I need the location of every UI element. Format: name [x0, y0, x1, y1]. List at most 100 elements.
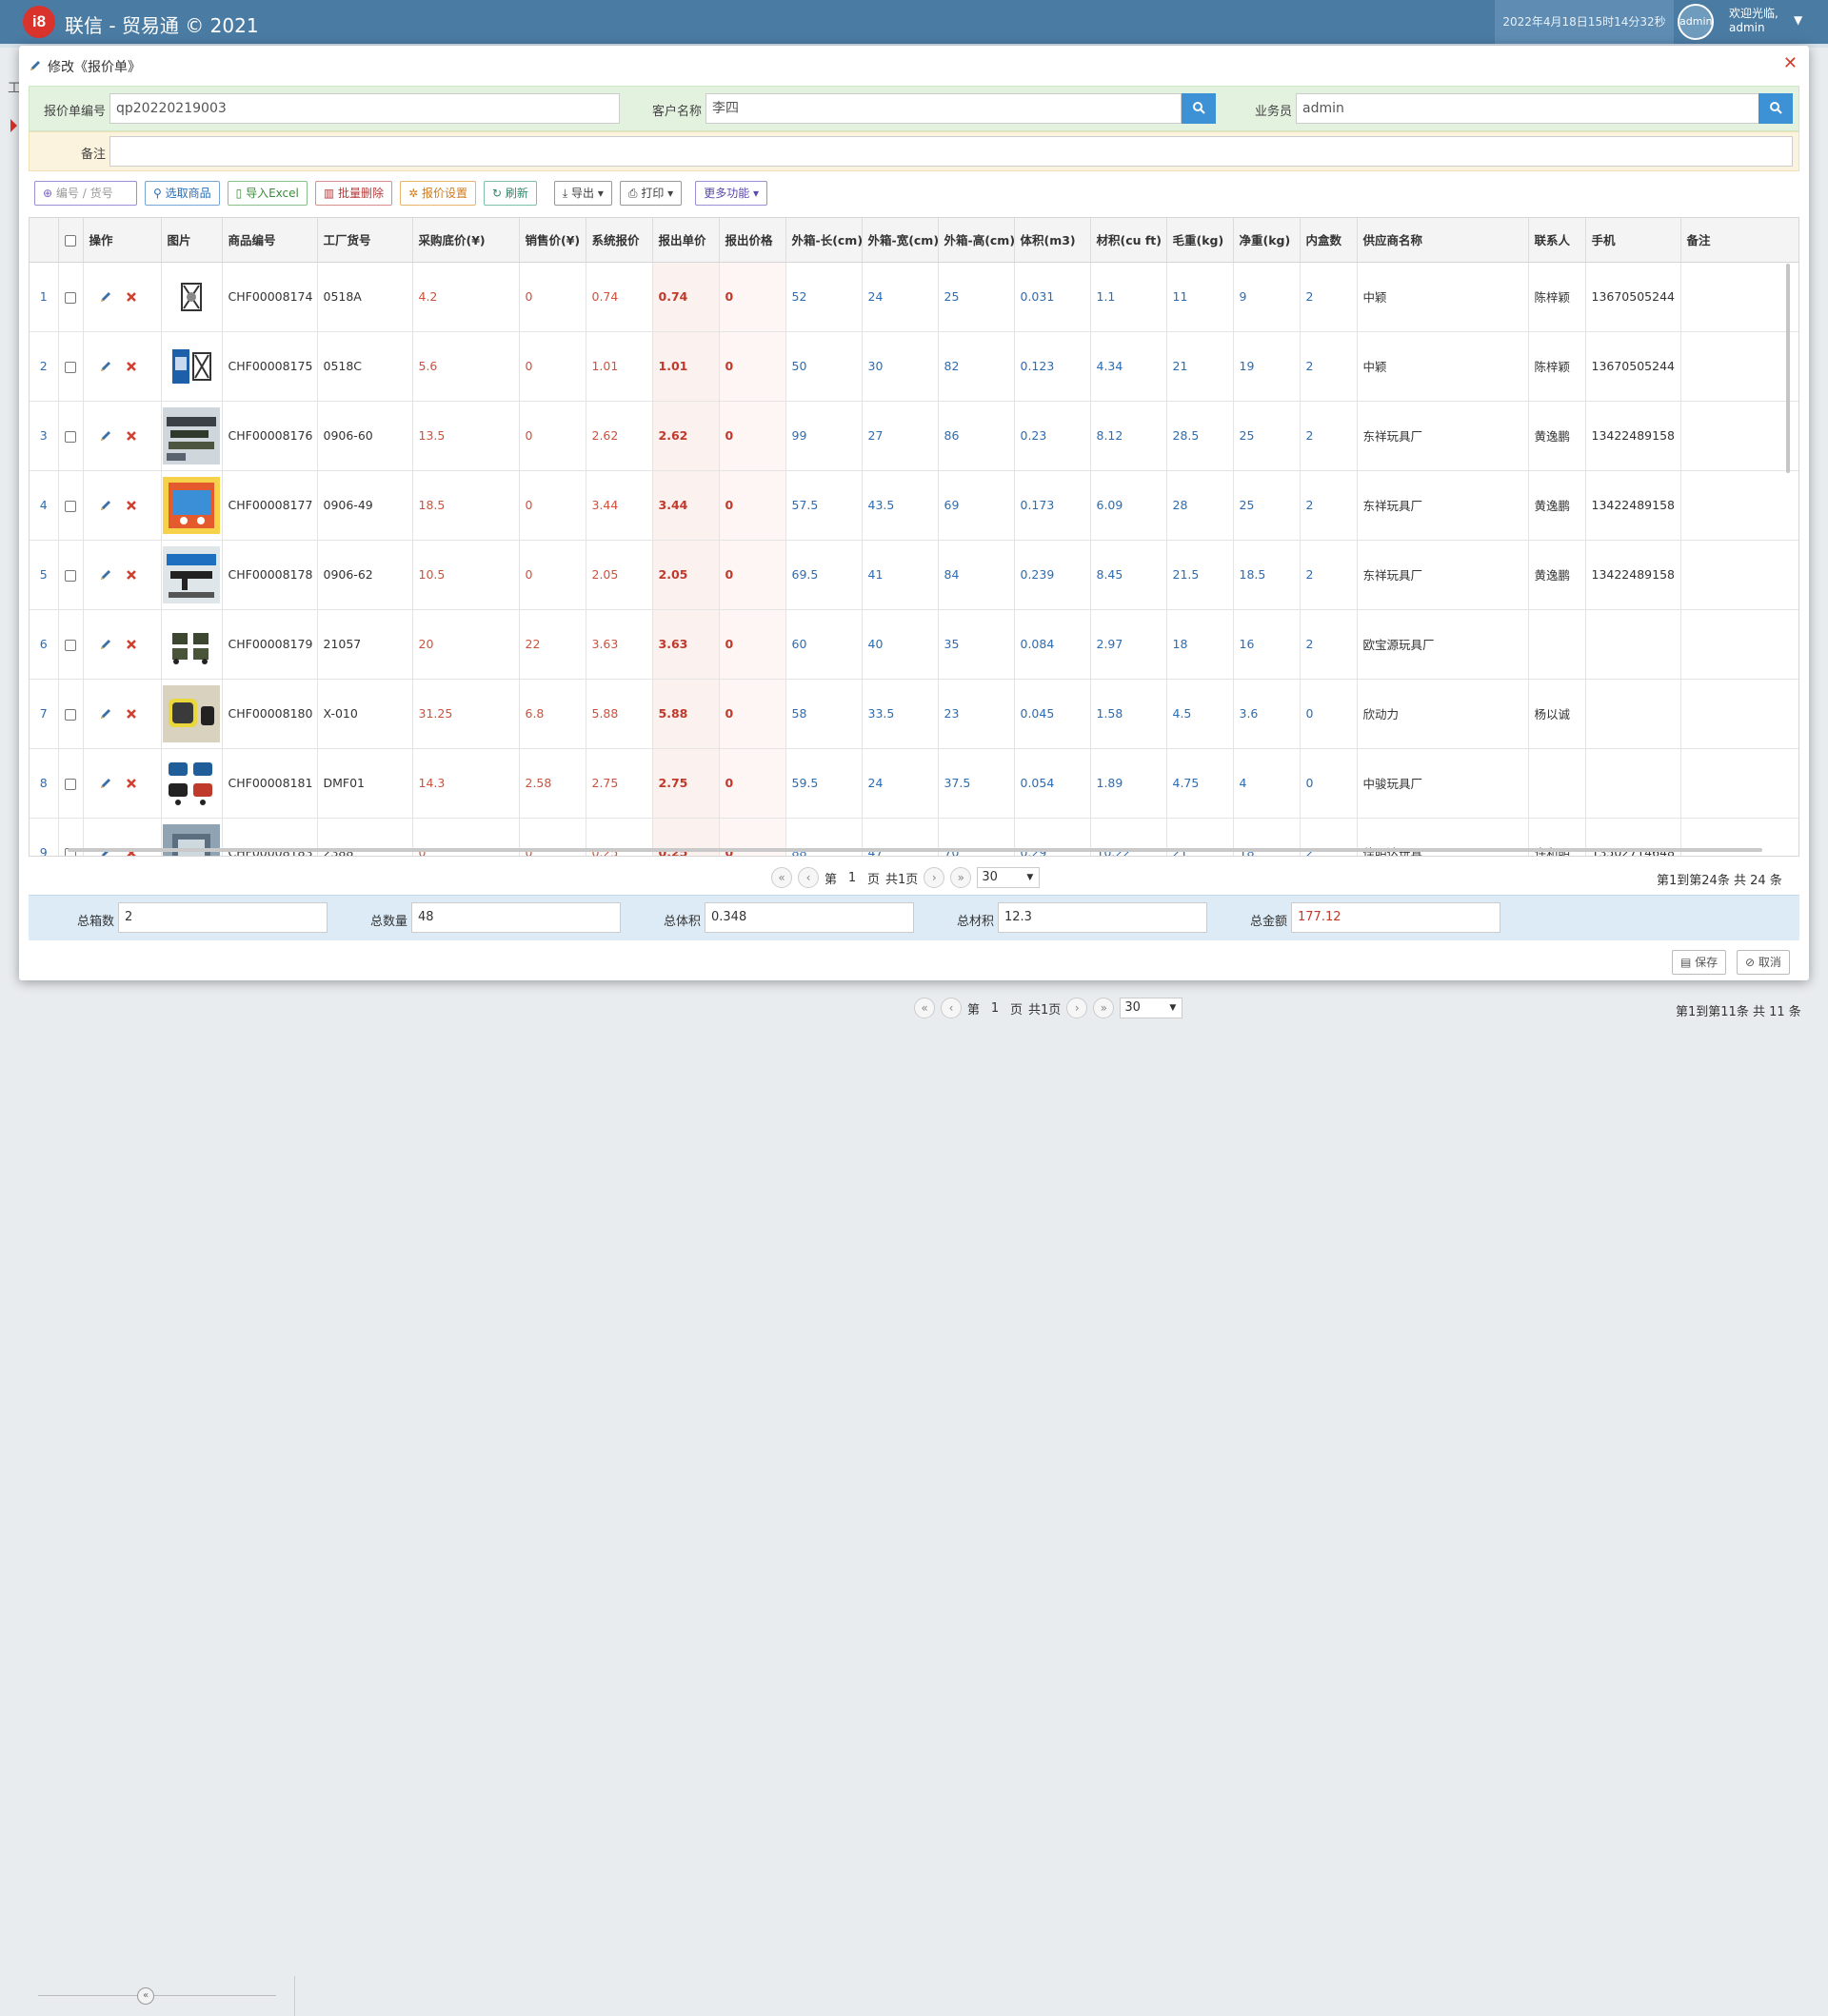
row-note[interactable] [1680, 470, 1798, 541]
edit-icon[interactable] [99, 777, 112, 790]
gross-weight[interactable]: 4.5 [1166, 679, 1234, 749]
quoted-price[interactable]: 0 [719, 331, 786, 402]
col-quoted-unit-price[interactable]: 报出单价 [652, 218, 720, 263]
user-menu-caret-icon[interactable]: ▼ [1794, 13, 1802, 27]
page-number-input[interactable]: 1 [985, 1001, 1004, 1016]
inner-box-count[interactable]: 2 [1300, 470, 1358, 541]
box-height[interactable]: 84 [938, 540, 1015, 610]
delete-icon[interactable] [126, 500, 137, 511]
user-avatar[interactable]: admin [1678, 4, 1714, 40]
customer-input[interactable]: 李四 [705, 93, 1182, 124]
quote-no-input[interactable]: qp20220219003 [109, 93, 620, 124]
row-note[interactable] [1680, 262, 1798, 332]
edit-icon[interactable] [99, 568, 112, 582]
code-search-input[interactable]: ⊕ 编号 / 货号 [34, 181, 137, 206]
net-weight[interactable]: 25 [1233, 401, 1301, 471]
col-phone[interactable]: 手机 [1585, 218, 1681, 263]
quoted-price[interactable]: 0 [719, 540, 786, 610]
row-note[interactable] [1680, 401, 1798, 471]
row-checkbox[interactable] [58, 679, 84, 749]
quoted-unit-price[interactable]: 2.05 [652, 540, 720, 610]
col-note[interactable]: 备注 [1680, 218, 1798, 263]
batch-delete-button[interactable]: ▥ 批量删除 [314, 181, 393, 206]
close-icon[interactable]: ✕ [1783, 53, 1798, 73]
quote-settings-button[interactable]: ✲ 报价设置 [400, 181, 476, 206]
net-weight[interactable]: 18.5 [1233, 540, 1301, 610]
purchase-price[interactable]: 10.5 [412, 540, 520, 610]
col-product-code[interactable]: 商品编号 [222, 218, 318, 263]
factory-no[interactable]: 0518A [317, 262, 413, 332]
quoted-unit-price[interactable]: 0.74 [652, 262, 720, 332]
sale-price[interactable]: 22 [519, 609, 586, 680]
inner-box-count[interactable]: 0 [1300, 679, 1358, 749]
product-image[interactable] [161, 262, 223, 332]
table-row[interactable]: 7 CHF00008180 X-010 31.25 6.8 5.88 5.88 0 58 33.5… [30, 679, 1798, 749]
col-cuft[interactable]: 材积(cu ft) [1090, 218, 1167, 263]
quoted-price[interactable]: 0 [719, 609, 786, 680]
next-page-icon[interactable]: › [924, 867, 945, 888]
gross-weight[interactable]: 18 [1166, 609, 1234, 680]
edit-icon[interactable] [99, 499, 112, 512]
table-row[interactable]: 2 CHF00008175 0518C 5.6 0 1.01 1.01 0 50 30 82 0.12… [30, 331, 1798, 402]
product-image[interactable] [161, 540, 223, 610]
factory-no[interactable]: 0906-62 [317, 540, 413, 610]
row-note[interactable] [1680, 331, 1798, 402]
welcome-text[interactable]: 欢迎光临, admin [1729, 7, 1778, 35]
more-functions-button[interactable]: 更多功能 ▾ [695, 181, 768, 206]
box-width[interactable]: 27 [862, 401, 939, 471]
save-button[interactable]: ▤ 保存 [1672, 950, 1727, 975]
gross-weight[interactable]: 21 [1166, 331, 1234, 402]
edit-icon[interactable] [99, 707, 112, 721]
quoted-price[interactable]: 0 [719, 401, 786, 471]
table-row[interactable]: 8 CHF00008181 DMF01 14.3 2.58 2.75 2.75 0 59.5 24… [30, 748, 1798, 819]
col-contact[interactable]: 联系人 [1528, 218, 1586, 263]
salesman-search-button[interactable] [1758, 93, 1793, 124]
net-weight[interactable]: 19 [1233, 331, 1301, 402]
select-all-checkbox[interactable] [58, 218, 84, 263]
product-image[interactable] [161, 679, 223, 749]
row-note[interactable] [1680, 748, 1798, 819]
print-button[interactable]: ⎙ 打印 ▾ [619, 181, 683, 206]
inner-box-count[interactable]: 0 [1300, 748, 1358, 819]
delete-icon[interactable] [126, 361, 137, 372]
col-purchase-price[interactable]: 采购底价(¥) [412, 218, 520, 263]
purchase-price[interactable]: 5.6 [412, 331, 520, 402]
col-quoted-price[interactable]: 报出价格 [719, 218, 786, 263]
collapse-sidebar-icon[interactable]: « [137, 1987, 154, 2005]
product-image[interactable] [161, 470, 223, 541]
page-size-select[interactable]: 30 ▼ [1120, 998, 1183, 1018]
table-row[interactable]: 3 CHF00008176 0906-60 13.5 0 2.62 2.62 0 99 27 86 0… [30, 401, 1798, 471]
net-weight[interactable]: 4 [1233, 748, 1301, 819]
factory-no[interactable]: 0906-60 [317, 401, 413, 471]
product-image[interactable] [161, 331, 223, 402]
gross-weight[interactable]: 28.5 [1166, 401, 1234, 471]
inner-box-count[interactable]: 2 [1300, 331, 1358, 402]
row-checkbox[interactable] [58, 748, 84, 819]
box-width[interactable]: 43.5 [862, 470, 939, 541]
col-sale-price[interactable]: 销售价(¥) [519, 218, 586, 263]
col-volume[interactable]: 体积(m3) [1014, 218, 1091, 263]
sale-price[interactable]: 0 [519, 540, 586, 610]
box-height[interactable]: 25 [938, 262, 1015, 332]
delete-icon[interactable] [126, 430, 137, 442]
sale-price[interactable]: 0 [519, 470, 586, 541]
sale-price[interactable]: 6.8 [519, 679, 586, 749]
quoted-unit-price[interactable]: 5.88 [652, 679, 720, 749]
edit-icon[interactable] [99, 638, 112, 651]
net-weight[interactable]: 16 [1233, 609, 1301, 680]
quoted-price[interactable]: 0 [719, 679, 786, 749]
salesman-input[interactable]: admin [1296, 93, 1766, 124]
box-height[interactable]: 23 [938, 679, 1015, 749]
row-checkbox[interactable] [58, 540, 84, 610]
row-checkbox[interactable] [58, 470, 84, 541]
box-length[interactable]: 69.5 [785, 540, 863, 610]
sale-price[interactable]: 0 [519, 331, 586, 402]
box-length[interactable]: 52 [785, 262, 863, 332]
cancel-button[interactable]: ⊘ 取消 [1737, 950, 1790, 975]
gross-weight[interactable]: 4.75 [1166, 748, 1234, 819]
box-width[interactable]: 24 [862, 748, 939, 819]
row-note[interactable] [1680, 540, 1798, 610]
import-excel-button[interactable]: ▯ 导入Excel [227, 181, 308, 206]
refresh-button[interactable]: ↻ 刷新 [483, 181, 537, 206]
inner-box-count[interactable]: 2 [1300, 401, 1358, 471]
